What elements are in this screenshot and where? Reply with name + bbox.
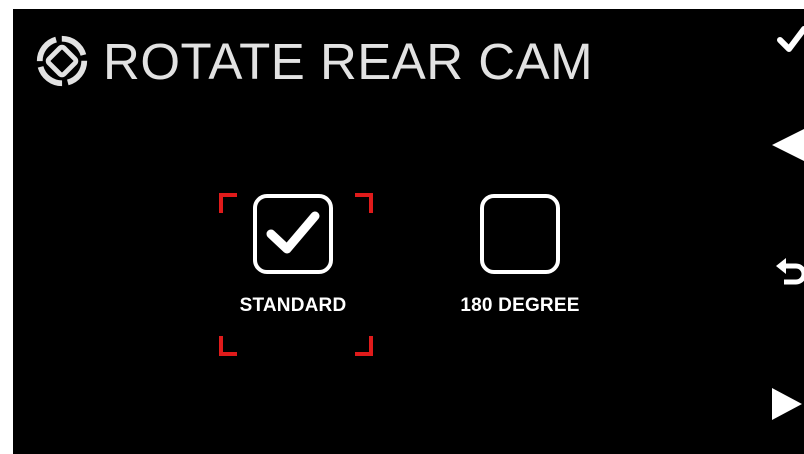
page-title: ROTATE REAR CAM [103,32,594,90]
option-180-degree[interactable]: 180 DEGREE [440,194,600,317]
focus-corner-bottom-left [219,336,237,356]
checkmark-icon [777,26,804,52]
option-label-standard: STANDARD [239,295,347,316]
checkbox-180-degree[interactable] [480,194,560,274]
return-icon [776,258,804,285]
option-standard[interactable]: STANDARD [213,194,373,317]
rotate-screen-icon [36,35,88,87]
confirm-button[interactable] [768,20,804,60]
focus-corner-bottom-right [355,336,373,356]
option-label-180-degree: 180 DEGREE [460,295,580,316]
checkmark-icon [266,211,320,254]
right-arrow-icon [772,388,802,420]
left-arrow-icon [772,129,804,161]
checkbox-standard[interactable] [253,194,333,274]
back-button[interactable] [768,252,804,292]
header: ROTATE REAR CAM [33,29,593,93]
previous-button[interactable] [768,125,804,165]
camera-menu-screen: ROTATE REAR CAM STANDARD 180 DEGREE [13,9,804,454]
next-button[interactable] [768,384,804,424]
